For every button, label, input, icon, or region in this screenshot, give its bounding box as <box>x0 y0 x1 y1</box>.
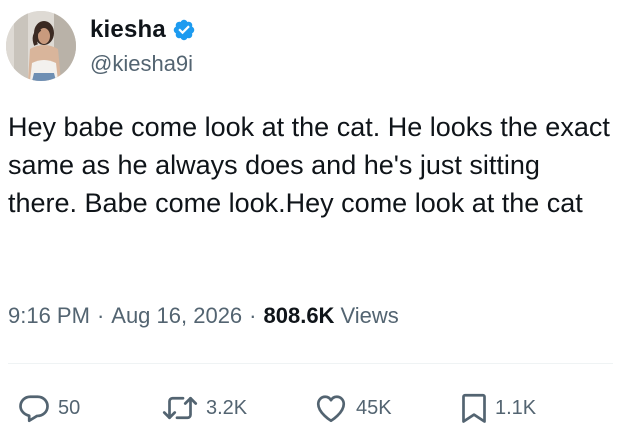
display-name-row: kiesha <box>90 15 196 45</box>
bookmark-icon <box>462 393 486 423</box>
tweet-date[interactable]: Aug 16, 2026 <box>111 303 242 329</box>
bookmark-button[interactable]: 1.1K <box>459 388 536 428</box>
views-label[interactable]: Views <box>340 303 398 329</box>
meta-separator: · <box>249 303 257 328</box>
tweet-text: Hey babe come look at the cat. He looks … <box>8 112 610 218</box>
author-names: kiesha @kiesha9i <box>90 15 196 77</box>
like-button[interactable]: 45K <box>312 388 392 428</box>
tweet-header: kiesha @kiesha9i <box>6 10 196 82</box>
reply-icon <box>19 395 49 423</box>
handle[interactable]: @kiesha9i <box>90 51 196 77</box>
repost-button[interactable]: 3.2K <box>160 388 247 428</box>
views-count[interactable]: 808.6K <box>264 303 335 329</box>
divider <box>8 363 613 364</box>
tweet-meta: 9:16 PM · Aug 16, 2026 · 808.6K Views <box>8 303 399 329</box>
avatar-photo <box>6 11 76 81</box>
reply-button[interactable]: 50 <box>16 388 80 428</box>
action-bar: 50 3.2K 45K 1.1K <box>0 388 621 428</box>
tweet-time[interactable]: 9:16 PM <box>8 303 90 329</box>
heart-icon <box>316 395 346 423</box>
like-count: 45K <box>356 396 392 419</box>
bookmark-count: 1.1K <box>495 396 537 419</box>
verified-badge-icon[interactable] <box>172 18 196 42</box>
reply-count: 50 <box>58 396 81 419</box>
repost-count: 3.2K <box>206 396 248 419</box>
meta-separator: · <box>96 303 105 328</box>
repost-icon <box>162 396 198 420</box>
avatar[interactable] <box>6 11 76 81</box>
tweet-card: kiesha @kiesha9i Hey babe come look at t… <box>0 0 621 431</box>
display-name[interactable]: kiesha <box>90 16 166 44</box>
